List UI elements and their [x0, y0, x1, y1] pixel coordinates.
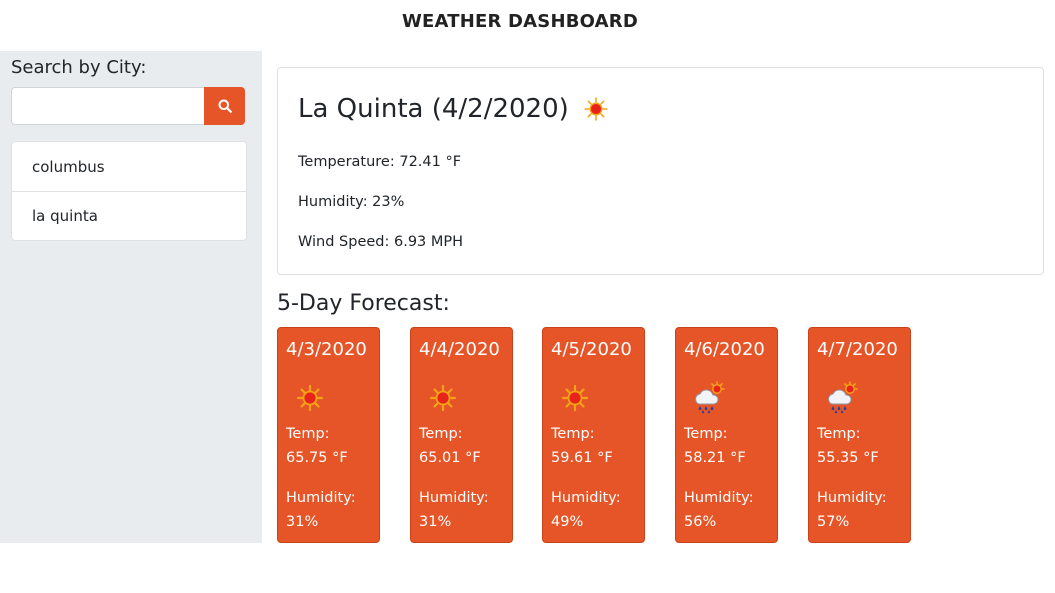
city-date-heading: La Quinta (4/2/2020): [298, 94, 569, 124]
forecast-card: 4/5/2020 Temp: 59.61 °F Humidity: 49%: [542, 327, 645, 543]
rain-cloud-sun-icon: [823, 380, 859, 416]
forecast-temp-label: Temp:: [551, 426, 595, 442]
forecast-temp-value: 59.61 °F: [551, 450, 613, 466]
search-button[interactable]: [204, 87, 245, 125]
forecast-card: 4/4/2020 Temp: 65.01 °F Humidity: 31%: [410, 327, 513, 543]
forecast-humidity-label: Humidity:: [419, 490, 489, 506]
search-history-list: columbus la quinta: [11, 141, 247, 241]
forecast-date: 4/5/2020: [551, 339, 632, 360]
forecast-temp-label: Temp:: [286, 426, 330, 442]
current-wind-speed: Wind Speed: 6.93 MPH: [298, 234, 464, 250]
forecast-temp-label: Temp:: [817, 426, 861, 442]
forecast-title: 5-Day Forecast:: [277, 291, 450, 316]
search-label: Search by City:: [11, 57, 147, 78]
sidebar: Search by City: columbus la quinta: [0, 51, 262, 543]
forecast-humidity-value: 57%: [817, 514, 850, 530]
forecast-humidity-label: Humidity:: [551, 490, 621, 506]
forecast-humidity-value: 56%: [684, 514, 717, 530]
forecast-date: 4/3/2020: [286, 339, 367, 360]
forecast-humidity-value: 31%: [419, 514, 452, 530]
forecast-temp-label: Temp:: [419, 426, 463, 442]
rain-cloud-sun-icon: [690, 380, 726, 416]
history-item-columbus[interactable]: columbus: [12, 142, 246, 191]
forecast-card: 4/6/2020 Temp: 58.21 °F Humidity: 56%: [675, 327, 778, 543]
search-icon: [218, 99, 232, 113]
forecast-temp-value: 58.21 °F: [684, 450, 746, 466]
forecast-humidity-label: Humidity:: [817, 490, 887, 506]
page-title: WEATHER DASHBOARD: [401, 11, 639, 32]
current-temperature: Temperature: 72.41 °F: [298, 154, 462, 170]
forecast-card: 4/3/2020 Temp: 65.75 °F Humidity: 31%: [277, 327, 380, 543]
forecast-humidity-label: Humidity:: [684, 490, 754, 506]
forecast-humidity-value: 31%: [286, 514, 319, 530]
sun-icon: [557, 380, 593, 416]
forecast-date: 4/4/2020: [419, 339, 500, 360]
current-humidity: Humidity: 23%: [298, 194, 405, 210]
forecast-row: 4/3/2020 Temp: 65.75 °F Humidity: 31% 4/…: [277, 327, 977, 543]
search-input[interactable]: [11, 87, 204, 125]
sun-icon: [425, 380, 461, 416]
forecast-temp-value: 65.01 °F: [419, 450, 481, 466]
history-item-la-quinta[interactable]: la quinta: [12, 191, 246, 240]
sun-icon: [292, 380, 328, 416]
search-form: [11, 87, 245, 125]
forecast-temp-value: 55.35 °F: [817, 450, 879, 466]
current-weather-card: La Quinta (4/2/2020) Temperature: 72.41 …: [277, 67, 1044, 275]
forecast-humidity-value: 49%: [551, 514, 584, 530]
forecast-date: 4/6/2020: [684, 339, 765, 360]
forecast-humidity-label: Humidity:: [286, 490, 356, 506]
current-weather-header: La Quinta (4/2/2020): [298, 94, 609, 124]
forecast-card: 4/7/2020 Temp: 55.35 °F Humidity: 57%: [808, 327, 911, 543]
sun-icon: [583, 96, 609, 122]
forecast-date: 4/7/2020: [817, 339, 898, 360]
forecast-temp-label: Temp:: [684, 426, 728, 442]
forecast-temp-value: 65.75 °F: [286, 450, 348, 466]
